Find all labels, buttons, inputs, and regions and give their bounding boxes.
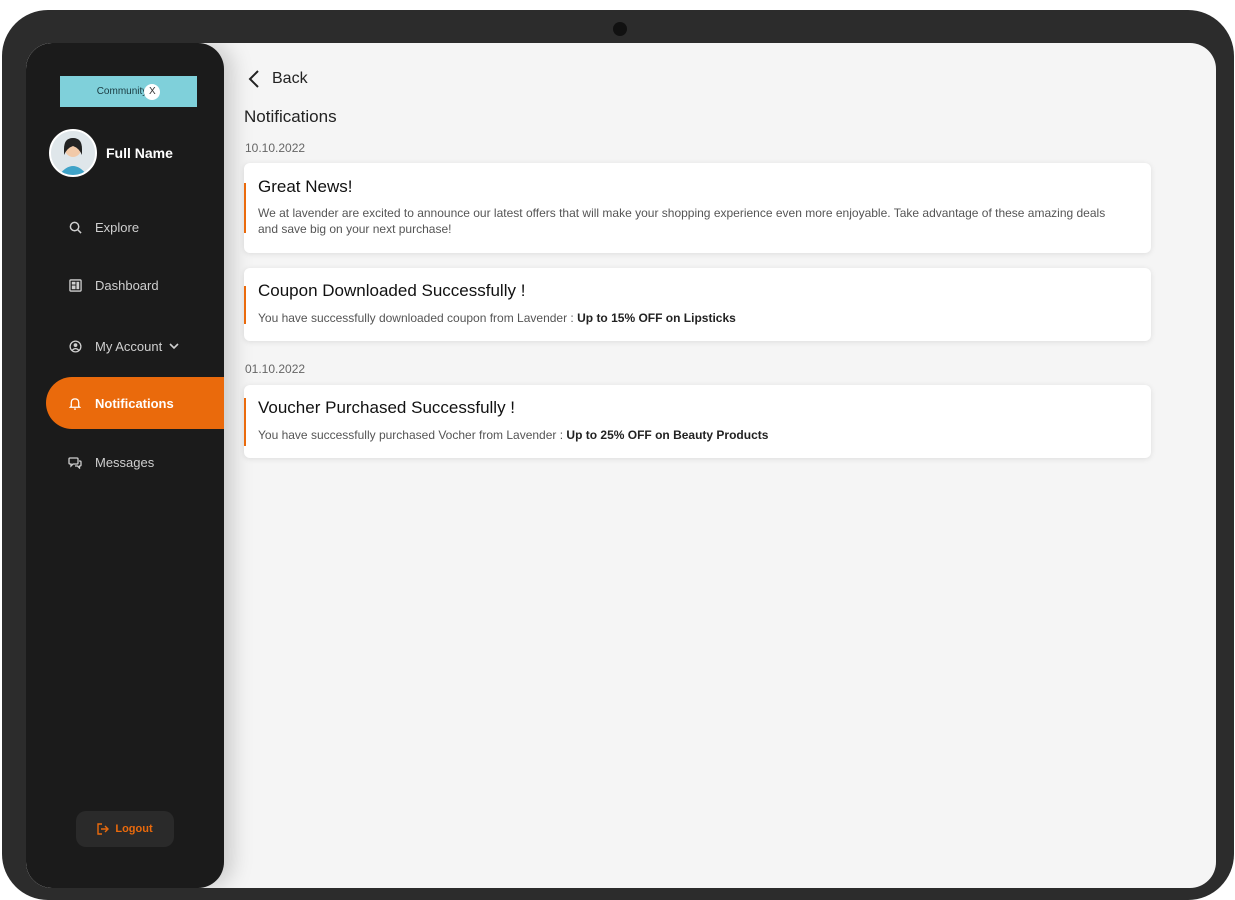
notification-card[interactable]: Great News! We at lavender are excited t… xyxy=(244,163,1151,253)
notification-card[interactable]: Voucher Purchased Successfully ! You hav… xyxy=(244,385,1151,458)
card-accent-bar xyxy=(244,183,246,233)
notification-body-text: You have successfully purchased Vocher f… xyxy=(258,428,567,442)
sidebar-item-dashboard[interactable]: Dashboard xyxy=(46,259,224,311)
notification-title: Voucher Purchased Successfully ! xyxy=(258,398,516,417)
sidebar-item-messages[interactable]: Messages xyxy=(46,436,224,488)
sidebar-item-label: Notifications xyxy=(95,395,174,411)
logo-text: Community xyxy=(96,86,148,97)
chevron-down-icon[interactable] xyxy=(169,342,179,350)
account-icon xyxy=(68,339,82,353)
notification-body-text: You have successfully downloaded coupon … xyxy=(258,311,578,325)
tablet-frame: Community X Full Name Explore Dashboard … xyxy=(2,10,1234,900)
date-header: 01.10.2022 xyxy=(245,362,306,376)
logout-icon xyxy=(97,823,110,835)
sidebar-item-my-account[interactable]: My Account xyxy=(46,320,224,372)
sidebar-item-label: Explore xyxy=(95,219,140,235)
card-accent-bar xyxy=(244,398,246,446)
chat-icon xyxy=(68,455,82,469)
community-logo[interactable]: Community X xyxy=(60,76,197,107)
profile-name: Full Name xyxy=(106,145,173,161)
notification-offer: Up to 15% OFF on Lipsticks xyxy=(577,311,736,325)
camera-dot xyxy=(613,22,627,36)
card-accent-bar xyxy=(244,286,246,324)
avatar xyxy=(49,129,97,177)
sidebar-item-notifications[interactable]: Notifications xyxy=(46,377,224,429)
chevron-left-icon xyxy=(248,69,260,89)
date-header: 10.10.2022 xyxy=(245,141,306,155)
notification-body: You have successfully purchased Vocher f… xyxy=(258,427,1118,443)
sidebar-item-label: Dashboard xyxy=(95,277,159,293)
sidebar-item-label: Messages xyxy=(95,454,155,470)
sidebar-item-explore[interactable]: Explore xyxy=(46,201,224,253)
profile[interactable]: Full Name xyxy=(49,129,173,177)
logout-button[interactable]: Logout xyxy=(76,811,174,847)
back-label: Back xyxy=(272,70,308,87)
notification-offer: Up to 25% OFF on Beauty Products xyxy=(566,428,769,442)
notification-title: Great News! xyxy=(258,177,353,196)
app-screen: Community X Full Name Explore Dashboard … xyxy=(26,43,1216,888)
bell-icon xyxy=(68,396,82,410)
notification-body: You have successfully downloaded coupon … xyxy=(258,310,1118,326)
notification-card[interactable]: Coupon Downloaded Successfully ! You hav… xyxy=(244,268,1151,341)
dashboard-icon xyxy=(68,278,82,292)
page-title: Notifications xyxy=(244,107,337,126)
back-button[interactable]: Back xyxy=(248,69,308,89)
notification-title: Coupon Downloaded Successfully ! xyxy=(258,281,526,300)
notification-body: We at lavender are excited to announce o… xyxy=(258,206,1106,236)
sidebar-item-label: My Account xyxy=(95,338,163,354)
search-icon xyxy=(68,220,82,234)
sidebar: Community X Full Name Explore Dashboard … xyxy=(26,43,224,888)
main-content: Back Notifications 10.10.2022 Great News… xyxy=(244,43,1216,888)
logo-x-mark: X xyxy=(144,83,161,100)
logout-label: Logout xyxy=(115,823,153,835)
